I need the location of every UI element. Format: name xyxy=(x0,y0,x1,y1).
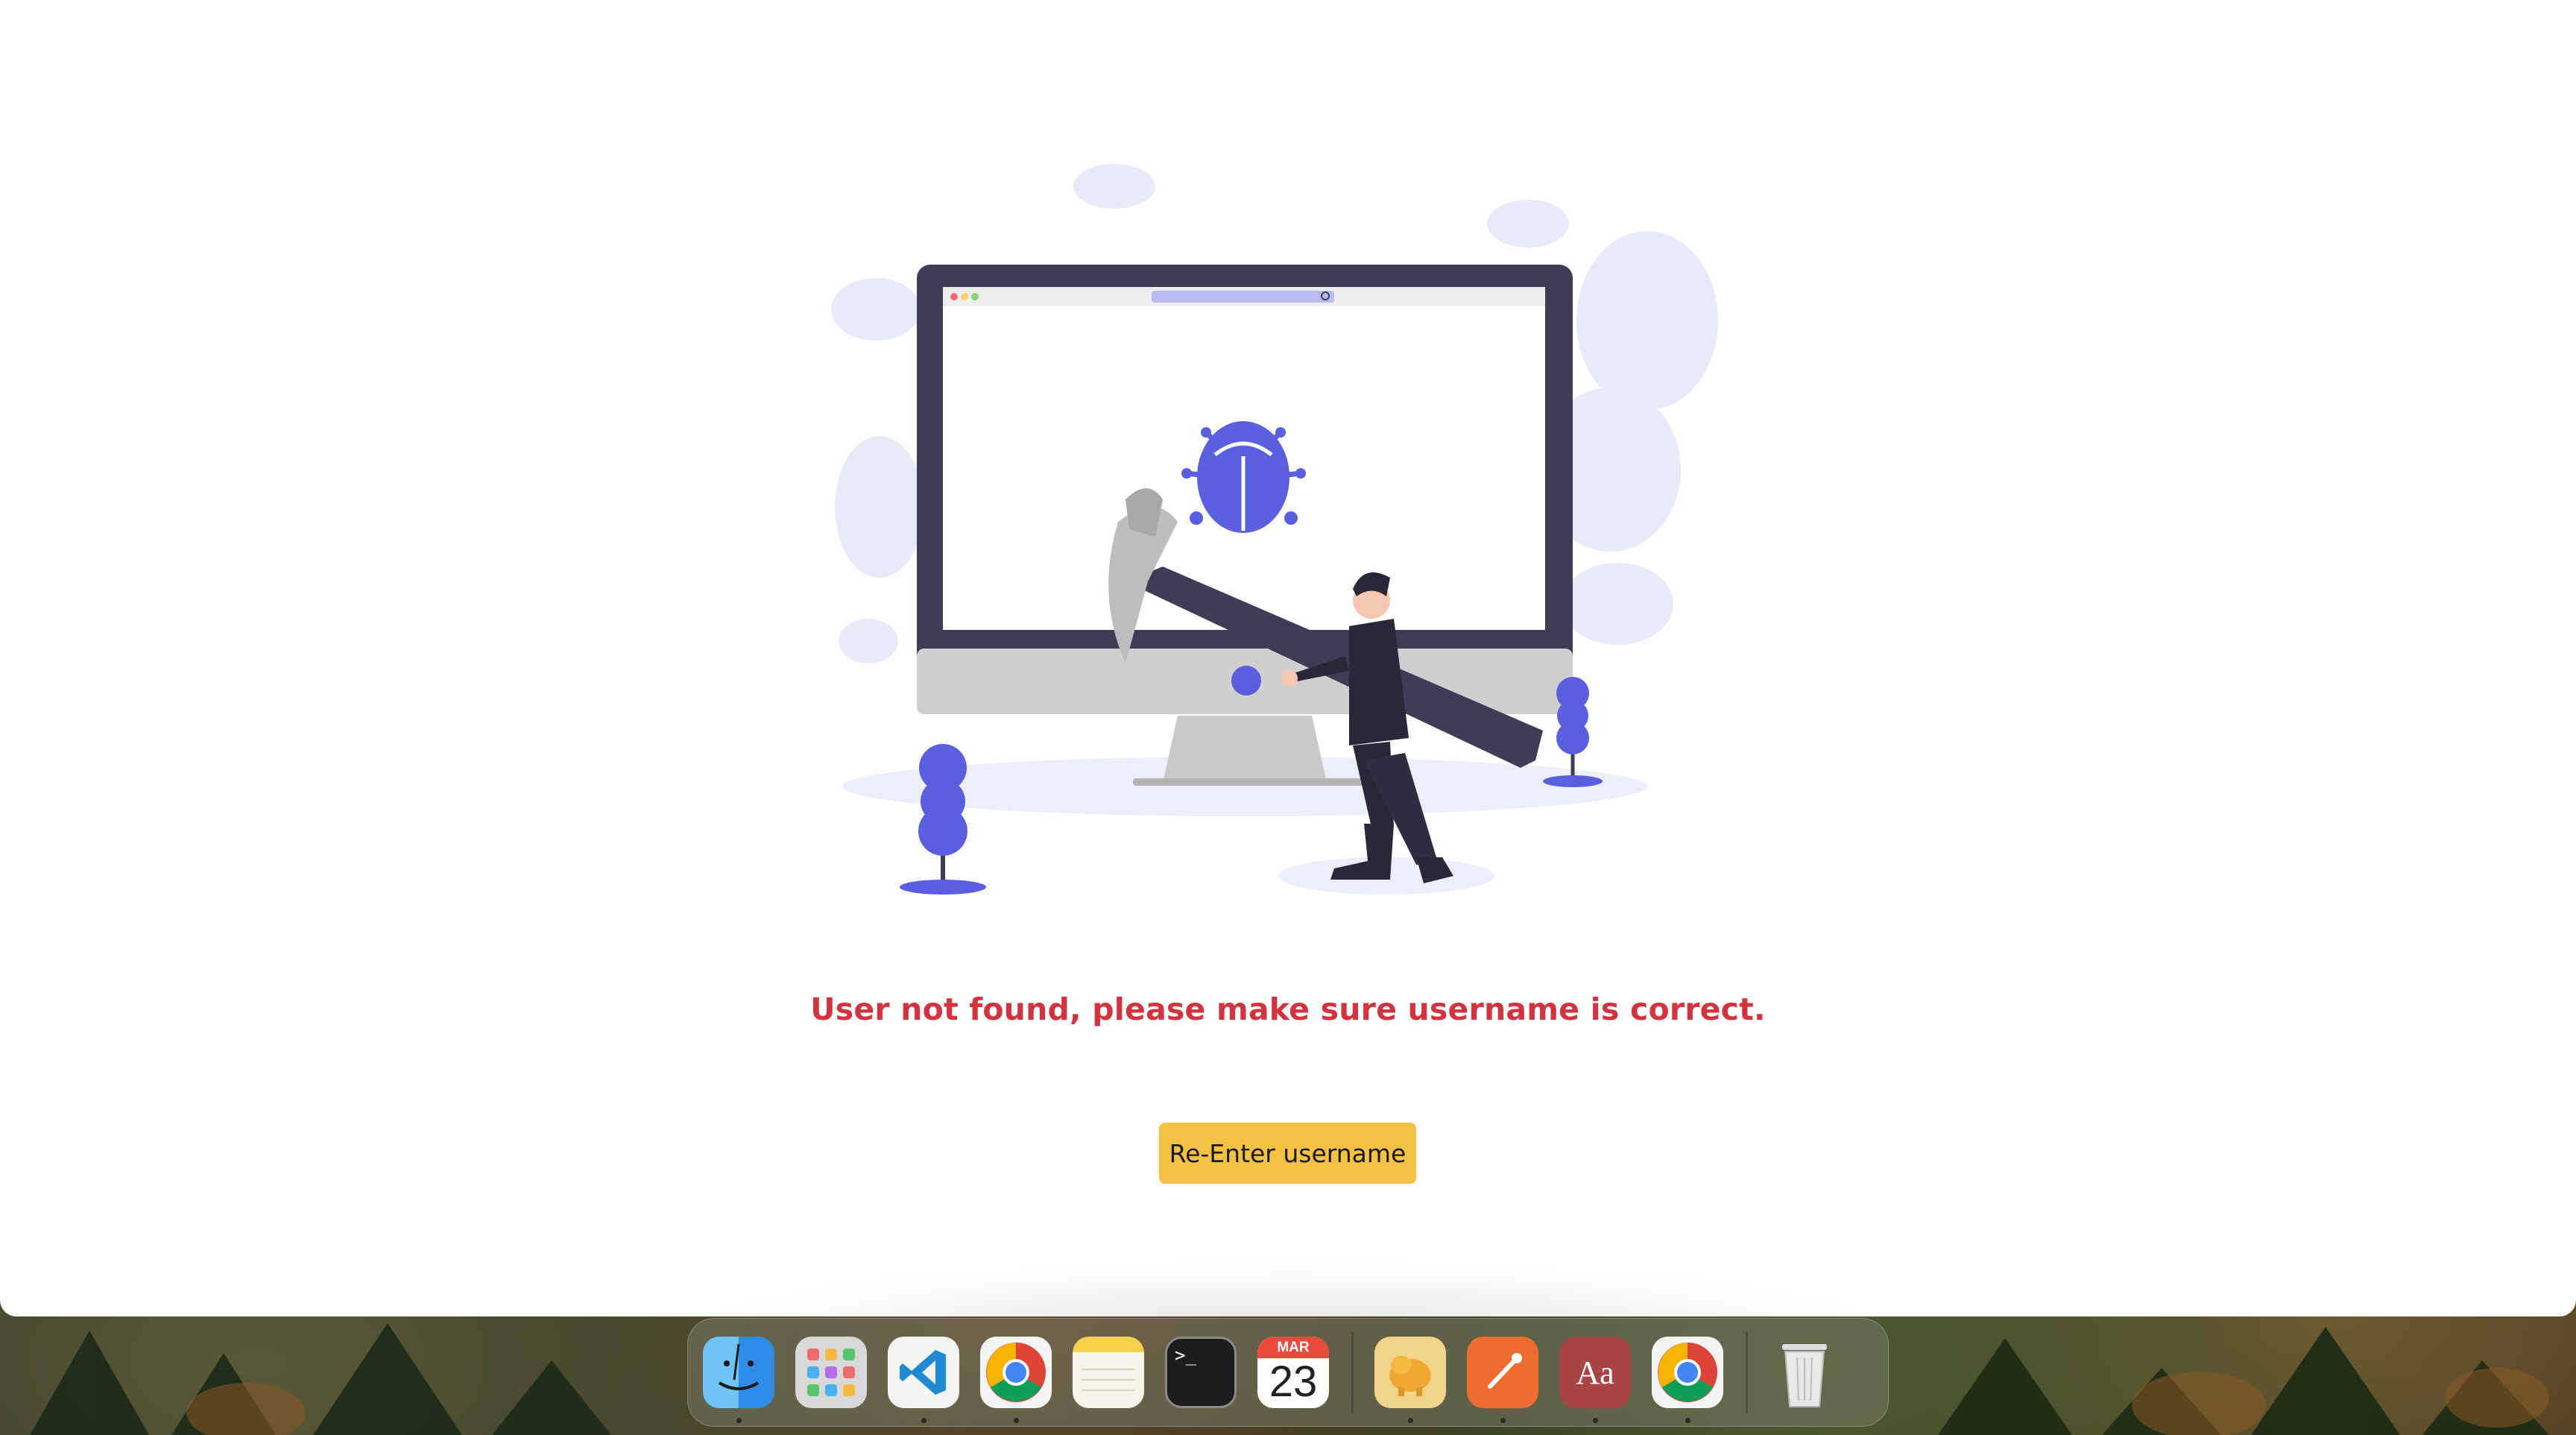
error-message: User not found, please make sure usernam… xyxy=(810,991,1766,1027)
dictionary-icon[interactable]: Aa xyxy=(1559,1337,1631,1423)
macos-dock: >_ MAR 23 Aa xyxy=(687,1318,1889,1427)
browser-window: User not found, please make sure usernam… xyxy=(0,0,2576,1316)
dock-separator xyxy=(1351,1331,1354,1413)
terminal-icon[interactable]: >_ xyxy=(1165,1337,1237,1408)
reenter-username-button[interactable]: Re-Enter username xyxy=(1159,1123,1416,1184)
tableplus-icon[interactable] xyxy=(1374,1337,1446,1423)
calendar-icon[interactable]: MAR 23 xyxy=(1257,1337,1329,1408)
terminal-prompt-glyph: >_ xyxy=(1175,1345,1196,1366)
postman-icon[interactable] xyxy=(1467,1337,1538,1423)
calendar-month: MAR xyxy=(1257,1337,1329,1358)
chrome-icon-2[interactable] xyxy=(1652,1337,1723,1423)
bug-fixing-illustration xyxy=(831,164,1718,895)
trash-icon[interactable] xyxy=(1769,1337,1840,1408)
dock-reflection xyxy=(686,1260,1893,1316)
vscode-icon[interactable] xyxy=(888,1337,959,1423)
dictionary-glyph: Aa xyxy=(1576,1354,1614,1391)
calendar-day: 23 xyxy=(1269,1357,1318,1406)
notes-icon[interactable] xyxy=(1073,1337,1144,1408)
chrome-icon[interactable] xyxy=(980,1337,1052,1423)
dock-separator-2 xyxy=(1746,1331,1748,1413)
launchpad-icon[interactable] xyxy=(795,1337,867,1408)
finder-icon[interactable] xyxy=(703,1337,774,1423)
